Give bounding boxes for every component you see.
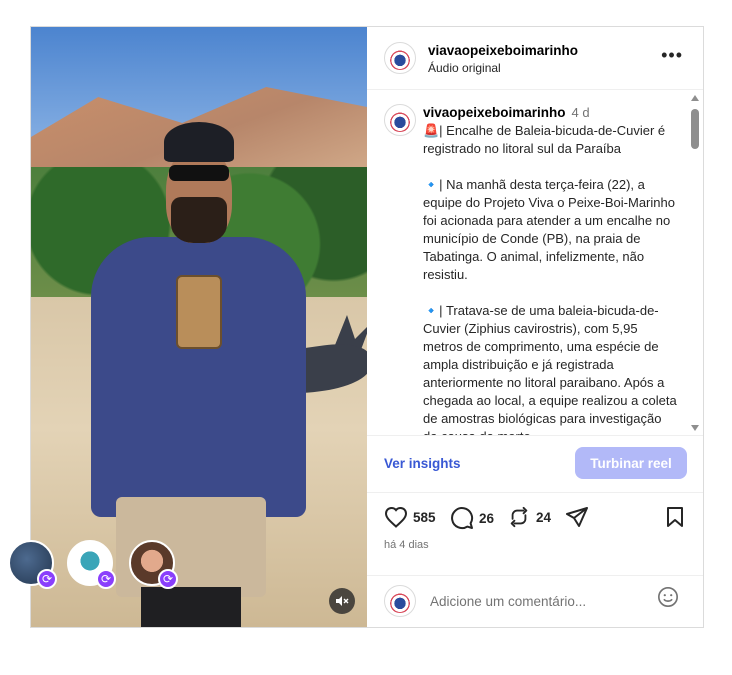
like-count[interactable]: 585 [413, 510, 436, 525]
boost-reel-button[interactable]: Turbinar reel [575, 447, 687, 479]
post-header: viavaopeixeboimarinho Áudio original ••• [367, 27, 703, 90]
brand-logo [388, 46, 412, 70]
insights-row: Ver insights Turbinar reel [367, 435, 703, 493]
comment-input[interactable] [428, 590, 652, 612]
repost-icon [510, 506, 528, 528]
author-avatar[interactable] [384, 42, 416, 74]
brand-logo [388, 108, 412, 132]
video-phone [176, 275, 222, 349]
repost-count[interactable]: 24 [536, 510, 551, 525]
scrollbar-thumb[interactable] [691, 109, 699, 149]
caption-author-avatar[interactable] [384, 104, 416, 136]
like-button[interactable]: 585 [384, 506, 436, 528]
comment-count[interactable]: 26 [479, 511, 494, 526]
heart-icon [384, 506, 408, 528]
mute-toggle[interactable] [329, 588, 355, 614]
post-time-ago[interactable]: há 4 dias [384, 539, 429, 551]
emoji-icon[interactable] [657, 586, 679, 608]
comment-button[interactable]: 26 [450, 506, 494, 530]
caption-text: 🚨| Encalhe de Baleia-bicuda-de-Cuvier é … [423, 123, 677, 435]
send-icon [566, 507, 588, 527]
share-button[interactable] [565, 506, 589, 528]
video-person-beard [171, 197, 227, 243]
muted-speaker-icon [336, 596, 349, 606]
repost-badge-icon: ⟳ [37, 569, 57, 589]
video-person-cap [164, 122, 234, 162]
post-panel: viavaopeixeboimarinho Áudio original •••… [367, 27, 703, 627]
more-options-button[interactable]: ••• [661, 45, 683, 66]
bookmark-icon [667, 507, 683, 527]
caption-age: 4 d [571, 105, 590, 120]
brand-logo [388, 589, 412, 613]
caption-scroll-area[interactable]: vivaopeixeboimarinho 4 d 🚨| Encalhe de Ba… [367, 90, 703, 435]
author-username[interactable]: viavaopeixeboimarinho [428, 43, 578, 58]
comment-composer [367, 575, 703, 628]
repost-badge-icon: ⟳ [96, 569, 116, 589]
repost-badge-icon: ⟳ [158, 569, 178, 589]
video-person-sunglasses [169, 165, 229, 181]
audio-label[interactable]: Áudio original [428, 61, 501, 75]
action-bar: 585 26 24 [367, 502, 703, 532]
current-user-avatar [384, 585, 416, 617]
reel-video[interactable] [31, 27, 367, 627]
caption-username[interactable]: vivaopeixeboimarinho [423, 105, 566, 120]
video-person-legs [141, 587, 241, 627]
scroll-down-icon[interactable] [691, 425, 699, 431]
caption-scrollbar[interactable] [689, 95, 701, 431]
scroll-up-icon[interactable] [691, 95, 699, 101]
comment-icon [451, 507, 474, 530]
repost-button[interactable]: 24 [508, 506, 551, 528]
save-button[interactable] [665, 506, 685, 528]
caption-body: vivaopeixeboimarinho 4 d 🚨| Encalhe de Ba… [423, 104, 678, 435]
view-insights-link[interactable]: Ver insights [384, 456, 461, 471]
